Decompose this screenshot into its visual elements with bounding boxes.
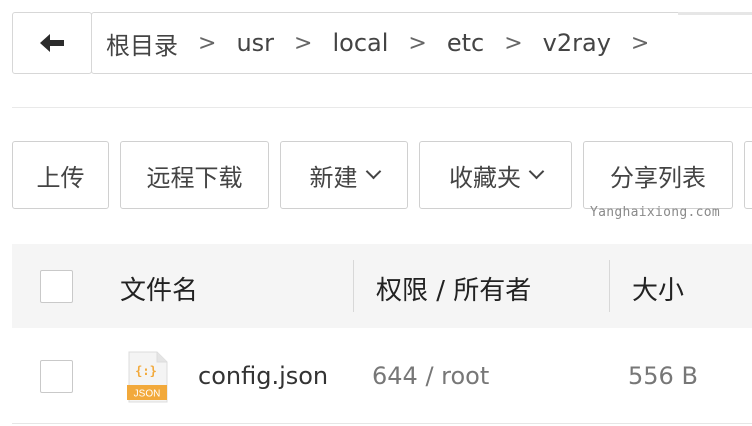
breadcrumb-item-v2ray[interactable]: v2ray	[543, 29, 611, 57]
breadcrumb-item-root[interactable]: 根目录	[106, 26, 178, 61]
back-button[interactable]	[12, 12, 92, 74]
column-separator[interactable]	[353, 260, 354, 312]
column-header-filename[interactable]: 文件名	[120, 270, 198, 307]
breadcrumb-separator: >	[504, 30, 523, 56]
upload-button[interactable]: 上传	[12, 141, 109, 209]
column-header-size[interactable]: 大小	[632, 270, 684, 307]
upload-label: 上传	[36, 163, 85, 192]
table-header: 文件名 权限 / 所有者 大小	[12, 244, 752, 328]
breadcrumb-separator: >	[408, 30, 427, 56]
select-all-checkbox[interactable]	[40, 270, 73, 303]
favorites-label: 收藏夹	[449, 163, 521, 192]
breadcrumb-item-local[interactable]: local	[332, 29, 388, 57]
section-divider	[12, 107, 752, 108]
top-edge-line	[678, 12, 752, 15]
table-row[interactable]: {:} JSON config.json 644 / root 556 B	[12, 328, 752, 424]
svg-text:{:}: {:}	[135, 364, 157, 378]
row-checkbox[interactable]	[40, 360, 73, 393]
share-list-label: 分享列表	[610, 163, 706, 192]
more-toolbar-button[interactable]	[744, 141, 752, 209]
favorites-dropdown-button[interactable]: 收藏夹	[419, 141, 572, 209]
watermark: Yanghaixiong.com	[590, 205, 721, 220]
new-dropdown-button[interactable]: 新建	[280, 141, 408, 209]
remote-download-button[interactable]: 远程下载	[120, 141, 269, 209]
new-label: 新建	[309, 163, 358, 192]
breadcrumb-separator: >	[630, 30, 650, 56]
svg-text:JSON: JSON	[134, 389, 161, 400]
chevron-down-icon	[365, 163, 381, 179]
arrow-left-icon	[40, 34, 64, 52]
file-name-link[interactable]: config.json	[198, 362, 328, 390]
breadcrumb: 根目录 > usr > local > etc > v2ray >	[91, 12, 752, 74]
column-separator[interactable]	[609, 260, 610, 312]
breadcrumb-item-usr[interactable]: usr	[236, 29, 274, 57]
remote-download-label: 远程下载	[146, 163, 243, 192]
file-size: 556 B	[628, 362, 698, 390]
row-divider	[12, 423, 752, 424]
share-list-button[interactable]: 分享列表	[583, 141, 733, 209]
breadcrumb-separator: >	[198, 30, 217, 56]
json-file-icon: {:} JSON	[127, 351, 169, 407]
file-permission: 644 / root	[372, 362, 490, 390]
breadcrumb-item-etc[interactable]: etc	[447, 29, 484, 57]
chevron-down-icon	[528, 163, 545, 179]
breadcrumb-separator: >	[294, 30, 313, 56]
column-header-permission[interactable]: 权限 / 所有者	[376, 270, 531, 307]
